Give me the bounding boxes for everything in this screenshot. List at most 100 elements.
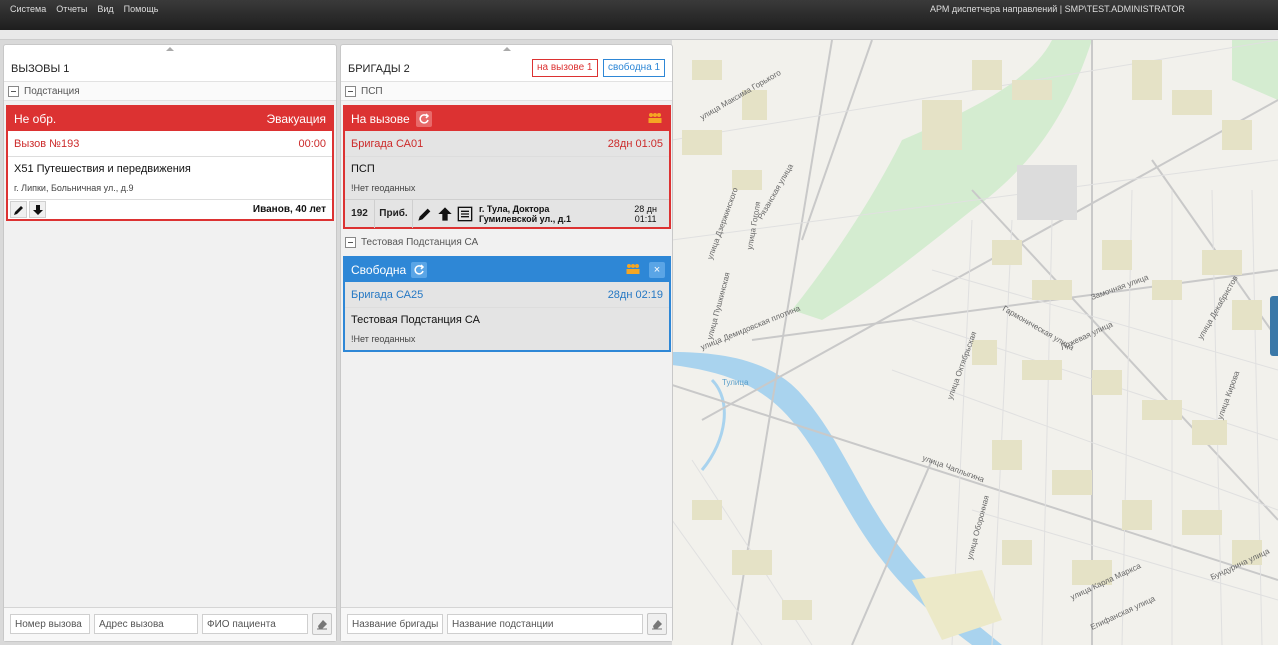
map-label-dzerzh: улица Дзержинского — [705, 186, 740, 261]
crew-geo-status: !Нет геоданных — [351, 334, 416, 344]
crews-filter-bar — [341, 607, 672, 641]
map-canvas[interactable]: улица Максима Горького улица Гоголя Ряза… — [672, 40, 1278, 645]
crew-name: Бригада СА01 — [351, 138, 424, 150]
crew-card-body: ПСП !Нет геоданных — [345, 157, 669, 199]
team-icon — [626, 264, 640, 274]
map-view[interactable]: улица Максима Горького улица Гоголя Ряза… — [672, 40, 1278, 645]
app-title: АРМ диспетчера направлений | SMP\TEST.AD… — [930, 4, 1185, 14]
clear-filters-button[interactable] — [647, 613, 667, 635]
crew-card-body: Тестовая Подстанция СА !Нет геоданных — [345, 308, 669, 350]
crews-panel-title: БРИГАДЫ 2 — [348, 63, 410, 75]
arrow-up-icon[interactable] — [437, 206, 453, 222]
pencil-icon[interactable] — [417, 206, 433, 222]
crew-status: Свободна — [351, 263, 407, 277]
map-label-oktyabr: улица Октябрьская — [945, 330, 978, 400]
list-icon[interactable] — [457, 206, 473, 222]
refresh-icon — [419, 113, 430, 124]
call-card-subheader: Вызов №193 00:00 — [8, 131, 332, 157]
industrial-area — [912, 570, 1002, 640]
call-card-header: Не обр. Эвакуация — [8, 107, 332, 131]
call-address: г. Липки, Больничная ул., д.9 — [14, 183, 134, 193]
eraser-icon — [652, 620, 662, 630]
crew-card-header: На вызове — [345, 107, 669, 131]
crew-card-on-call[interactable]: На вызове Бригада СА01 28дн 01:05 ПСП !Н… — [343, 105, 671, 229]
crews-group-test: Тестовая Подстанция СА — [341, 233, 672, 253]
crews-group-test-label: Тестовая Подстанция СА — [361, 237, 479, 248]
patient-info: Иванов, 40 лет — [252, 204, 326, 215]
crew-station: Тестовая Подстанция СА — [351, 314, 480, 326]
crew-card-header: Свободна × — [345, 258, 669, 282]
map-label-kirov: улица Кирова — [1215, 369, 1241, 420]
crew-call-row: 192 Приб. г. Тула, Доктора Гумилевской у… — [345, 199, 669, 228]
map-label-pushkin: улица Пушкинская — [705, 271, 732, 340]
park-area-2 — [1232, 40, 1278, 100]
calls-panel-header: ВЫЗОВЫ 1 — [4, 45, 336, 81]
crew-station: ПСП — [351, 163, 375, 175]
refresh-button[interactable] — [411, 262, 427, 278]
main-menu: Система Отчеты Вид Помощь — [10, 4, 158, 14]
call-card[interactable]: Не обр. Эвакуация Вызов №193 00:00 X51 П… — [6, 105, 334, 221]
crews-list: На вызове Бригада СА01 28дн 01:05 ПСП !Н… — [341, 101, 672, 607]
crew-status: На вызове — [351, 112, 410, 126]
crews-group-psp: ПСП — [341, 81, 672, 101]
close-icon[interactable]: × — [649, 262, 665, 278]
calls-panel-title: ВЫЗОВЫ 1 — [11, 63, 70, 75]
calls-panel: ВЫЗОВЫ 1 Подстанция Не обр. Эвакуация Вы… — [3, 44, 337, 642]
crew-card-subheader: Бригада СА01 28дн 01:05 — [345, 131, 669, 157]
collapse-icon[interactable] — [345, 237, 356, 248]
download-button[interactable] — [29, 201, 46, 218]
free-badge[interactable]: свободна 1 — [603, 59, 666, 77]
crew-call-address: г. Тула, Доктора Гумилевской ул., д.1 — [479, 204, 571, 224]
crews-panel-header: БРИГАДЫ 2 на вызове 1 свободна 1 — [341, 45, 672, 81]
collapse-icon[interactable] — [8, 86, 19, 97]
call-card-toolbar: Иванов, 40 лет — [8, 199, 332, 219]
menu-system[interactable]: Система — [10, 4, 46, 14]
crew-geo-status: !Нет геоданных — [351, 183, 416, 193]
crews-group-psp-label: ПСП — [361, 86, 383, 97]
map-side-handle[interactable] — [1270, 296, 1278, 356]
patient-name-filter[interactable] — [202, 614, 308, 634]
calls-list: Не обр. Эвакуация Вызов №193 00:00 X51 П… — [4, 101, 336, 607]
pencil-icon — [14, 206, 23, 215]
call-time: 00:00 — [298, 138, 326, 150]
collapse-icon[interactable] — [345, 86, 356, 97]
edit-button[interactable] — [10, 201, 27, 218]
large-building — [1017, 165, 1077, 220]
crew-arrival-status: Приб. — [375, 200, 413, 228]
crew-name-filter[interactable] — [347, 614, 443, 634]
crew-call-number: 192 — [345, 200, 375, 228]
calls-group-label: Подстанция — [24, 86, 80, 97]
call-status: Не обр. — [14, 112, 57, 126]
crew-card-subheader: Бригада СА25 28дн 02:19 — [345, 282, 669, 308]
map-label-zamochnaya: Замочная улица — [1090, 272, 1151, 301]
map-label-oboron: улица Оборонная — [965, 494, 991, 560]
menu-view[interactable]: Вид — [97, 4, 113, 14]
call-number: Вызов №193 — [14, 138, 80, 150]
crew-time: 28дн 01:05 — [607, 138, 663, 150]
crews-panel: БРИГАДЫ 2 на вызове 1 свободна 1 ПСП На … — [340, 44, 673, 642]
refresh-icon — [414, 264, 425, 275]
call-kind: Эвакуация — [266, 112, 326, 126]
top-bar: Система Отчеты Вид Помощь АРМ диспетчера… — [0, 0, 1278, 30]
calls-filter-bar — [4, 607, 336, 641]
call-address-filter[interactable] — [94, 614, 198, 634]
arrow-down-icon — [33, 205, 43, 215]
crew-time: 28дн 02:19 — [607, 289, 663, 301]
sub-bar — [0, 30, 1278, 40]
refresh-button[interactable] — [416, 111, 432, 127]
map-label-river: Тулица — [722, 378, 749, 387]
call-reason: X51 Путешествия и передвижения — [14, 163, 191, 175]
menu-help[interactable]: Помощь — [124, 4, 159, 14]
crew-name: Бригада СА25 — [351, 289, 424, 301]
on-call-badge[interactable]: на вызове 1 — [532, 59, 598, 77]
crew-card-free[interactable]: Свободна × Бригада СА25 28дн 02:19 Тесто… — [343, 256, 671, 352]
call-number-filter[interactable] — [10, 614, 90, 634]
station-name-filter[interactable] — [447, 614, 643, 634]
eraser-icon — [317, 620, 327, 630]
crew-elapsed-time: 28 дн 01:11 — [634, 204, 657, 224]
menu-reports[interactable]: Отчеты — [56, 4, 87, 14]
call-card-body: X51 Путешествия и передвижения г. Липки,… — [8, 157, 332, 199]
calls-group-header: Подстанция — [4, 81, 336, 101]
clear-filters-button[interactable] — [312, 613, 332, 635]
team-icon — [648, 113, 662, 123]
